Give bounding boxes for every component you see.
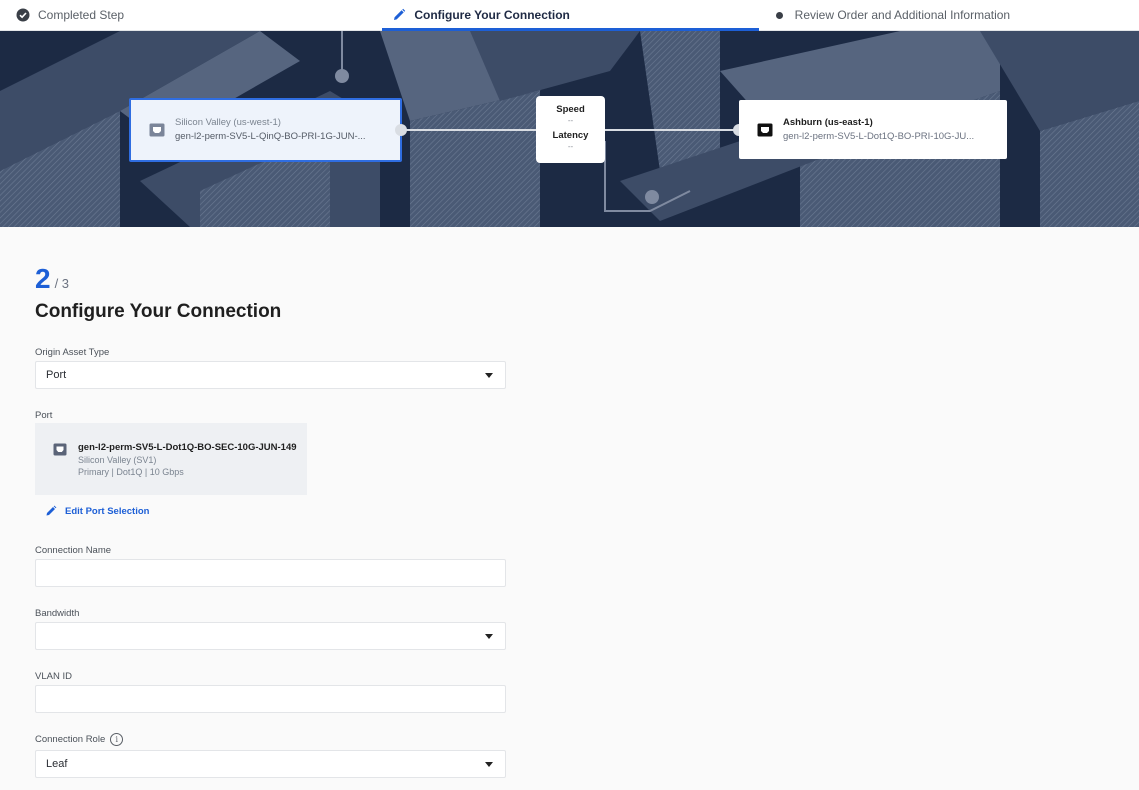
destination-asset: gen-l2-perm-SV5-L-Dot1Q-BO-PRI-10G-JU... <box>783 130 975 142</box>
port-icon <box>757 123 773 137</box>
step-counter: 2 / 3 <box>35 263 69 295</box>
connection-metrics: Speed -- Latency -- <box>536 96 605 163</box>
caret-down-icon <box>485 373 493 378</box>
latency-label: Latency <box>552 130 589 141</box>
check-circle-icon <box>16 8 30 22</box>
connection-name-input[interactable] <box>35 559 506 587</box>
step-review-order[interactable]: Review Order and Additional Information <box>759 0 1139 30</box>
step-completed-label: Completed Step <box>38 8 125 22</box>
vlan-id-label: VLAN ID <box>35 671 72 682</box>
origin-connector-dot <box>395 124 407 136</box>
pencil-icon <box>392 8 406 22</box>
step-configure-label: Configure Your Connection <box>414 8 570 22</box>
connection-role-value: Leaf <box>46 758 68 770</box>
selected-port-card: gen-l2-perm-SV5-L-Dot1Q-BO-SEC-10G-JUN-1… <box>35 423 307 495</box>
bandwidth-label: Bandwidth <box>35 608 80 619</box>
latency-value: -- <box>567 142 574 151</box>
dot-icon <box>773 8 787 22</box>
port-details: Primary | Dot1Q | 10 Gbps <box>78 467 184 477</box>
vlan-id-input[interactable] <box>35 685 506 713</box>
step-total: / 3 <box>54 276 70 291</box>
connection-role-select[interactable]: Leaf <box>35 750 506 778</box>
edit-port-selection-label: Edit Port Selection <box>65 505 150 517</box>
caret-down-icon <box>485 634 493 639</box>
step-completed[interactable]: Completed Step <box>0 0 382 30</box>
port-name: gen-l2-perm-SV5-L-Dot1Q-BO-SEC-10G-JUN-1… <box>78 442 297 453</box>
destination-location: Ashburn (us-east-1) <box>783 116 873 128</box>
port-icon <box>53 443 67 456</box>
progress-stepper: Completed Step Configure Your Connection… <box>0 0 1139 31</box>
bandwidth-select[interactable] <box>35 622 506 650</box>
origin-asset-type-label: Origin Asset Type <box>35 347 110 358</box>
origin-asset: gen-l2-perm-SV5-L-QinQ-BO-PRI-1G-JUN-... <box>175 131 366 142</box>
caret-down-icon <box>485 762 493 767</box>
origin-node-card[interactable]: Silicon Valley (us-west-1) gen-l2-perm-S… <box>129 98 402 162</box>
connection-name-label: Connection Name <box>35 545 112 556</box>
origin-location: Silicon Valley (us-west-1) <box>175 117 281 128</box>
step-review-label: Review Order and Additional Information <box>794 8 1011 22</box>
connection-role-label-row: Connection Role i <box>35 733 124 746</box>
speed-label: Speed <box>556 104 585 115</box>
pencil-icon <box>45 505 57 517</box>
port-location: Silicon Valley (SV1) <box>78 455 157 465</box>
connection-banner: Silicon Valley (us-west-1) gen-l2-perm-S… <box>0 31 1139 227</box>
port-icon <box>149 123 165 137</box>
speed-value: -- <box>567 116 574 125</box>
step-configure-connection[interactable]: Configure Your Connection <box>382 0 759 31</box>
info-icon[interactable]: i <box>110 733 124 746</box>
port-label: Port <box>35 410 53 421</box>
edit-port-selection-link[interactable]: Edit Port Selection <box>45 505 149 517</box>
step-current: 2 <box>35 263 51 294</box>
connection-role-label: Connection Role <box>35 734 106 745</box>
page-title: Configure Your Connection <box>35 301 282 322</box>
origin-asset-type-select[interactable]: Port <box>35 361 506 389</box>
origin-asset-type-value: Port <box>46 369 67 381</box>
destination-node-card[interactable]: Ashburn (us-east-1) gen-l2-perm-SV5-L-Do… <box>739 100 1007 159</box>
